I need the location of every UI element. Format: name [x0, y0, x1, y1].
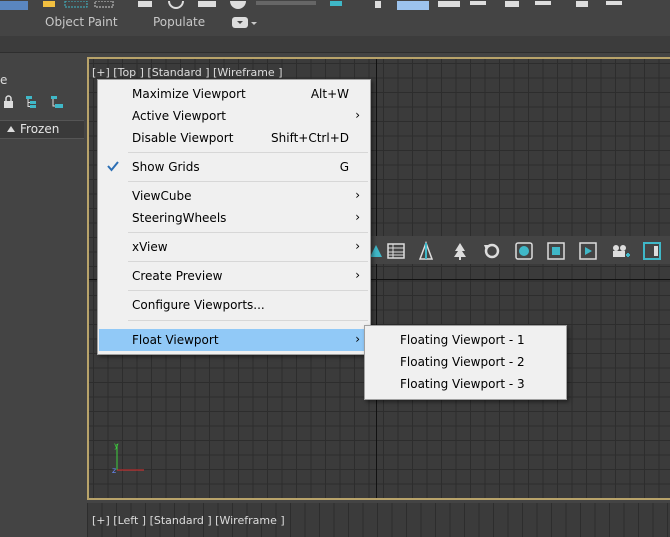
menu-separator: [128, 261, 368, 262]
chevron-right-icon: ›: [355, 268, 360, 282]
menu-item-viewcube[interactable]: ViewCube ›: [99, 185, 369, 207]
main-toolbar-icons: [0, 0, 622, 10]
spinner-snap-icon: [470, 1, 486, 5]
menu-item-steeringwheels[interactable]: SteeringWheels ›: [99, 207, 369, 229]
menu-item-shortcut: Shift+Ctrl+D: [271, 131, 349, 145]
chevron-right-icon: ›: [355, 188, 360, 202]
frozen-column-header[interactable]: Frozen: [0, 120, 84, 139]
chevron-right-icon: ›: [355, 239, 360, 253]
snap-icon: [330, 1, 342, 6]
scene-explorer-toolbar: [3, 95, 73, 112]
menu-item-label: Floating Viewport - 2: [400, 355, 525, 369]
menu-item-label: Active Viewport: [132, 109, 227, 123]
frozen-label: Frozen: [20, 122, 60, 136]
render-icon[interactable]: [514, 241, 534, 261]
menu-separator: [128, 290, 368, 291]
select-pointer-icon: [43, 1, 55, 7]
move-icon: [138, 1, 152, 7]
menu-item-label: Float Viewport: [132, 333, 219, 347]
refresh-icon[interactable]: [482, 241, 502, 261]
tab-populate[interactable]: Populate: [153, 15, 205, 29]
menu-separator: [128, 152, 368, 153]
select-tool-icon: [0, 1, 28, 10]
camera-icon[interactable]: [610, 241, 630, 261]
menu-item-label: Disable Viewport: [132, 131, 234, 145]
table-icon[interactable]: [386, 241, 406, 261]
menu-item-label: Create Preview: [132, 269, 223, 283]
menu-item-create-preview[interactable]: Create Preview ›: [99, 265, 369, 287]
menu-item-shortcut: G: [339, 160, 349, 174]
cone-light-icon[interactable]: [416, 241, 436, 261]
menu-item-configure-viewports[interactable]: Configure Viewports...: [99, 294, 369, 316]
rotate-icon: [168, 0, 184, 9]
snap-toggle-icon: [375, 1, 381, 8]
menu-item-label: xView: [132, 240, 168, 254]
float-viewport-submenu: Floating Viewport - 1 Floating Viewport …: [364, 325, 567, 400]
play-icon[interactable]: [578, 241, 598, 261]
menu-item-shortcut: Alt+W: [310, 87, 349, 101]
tab-object-paint[interactable]: Object Paint: [45, 15, 118, 29]
menu-separator: [128, 232, 368, 233]
menu-item-floating-viewport-2[interactable]: Floating Viewport - 2: [366, 351, 565, 373]
menu-separator: [128, 181, 368, 182]
top-viewport-label[interactable]: [+] [Top ] [Standard ] [Wireframe ]: [92, 66, 283, 79]
ribbon-panel: [0, 36, 670, 53]
selection-set-field: [256, 1, 316, 5]
layer-hierarchy-icon[interactable]: [51, 96, 63, 108]
scale-icon: [198, 1, 216, 7]
menu-item-disable-viewport[interactable]: Disable Viewport Shift+Ctrl+D: [99, 127, 369, 149]
menu-item-floating-viewport-3[interactable]: Floating Viewport - 3: [366, 373, 565, 395]
menu-item-active-viewport[interactable]: Active Viewport ›: [99, 105, 369, 127]
scene-explorer-panel: e Frozen: [0, 53, 84, 537]
placement-icon: [230, 0, 246, 9]
menu-item-label: Configure Viewports...: [132, 298, 265, 312]
lock-icon[interactable]: [4, 95, 13, 108]
menu-item-label: ViewCube: [132, 189, 192, 203]
menu-item-label: Floating Viewport - 1: [400, 333, 525, 347]
tree-icon[interactable]: [450, 241, 470, 261]
viewport-toolbar: [366, 236, 670, 264]
select-region-icon: [64, 0, 88, 8]
menu-item-show-grids[interactable]: Show Grids G: [99, 156, 369, 178]
mirror-icon: [576, 1, 588, 7]
axis-y-label: y: [114, 441, 119, 450]
menu-item-label: Maximize Viewport: [132, 87, 246, 101]
menu-item-floating-viewport-1[interactable]: Floating Viewport - 1: [366, 329, 565, 351]
panel-icon[interactable]: [642, 241, 662, 261]
menu-item-float-viewport[interactable]: Float Viewport ›: [99, 329, 369, 351]
hierarchy-icon[interactable]: [26, 96, 36, 108]
sort-icon: [7, 126, 15, 132]
menu-item-label: Show Grids: [132, 160, 200, 174]
grid-home-y-axis: [376, 59, 377, 498]
menu-item-maximize-viewport[interactable]: Maximize Viewport Alt+W: [99, 83, 369, 105]
window-crossing-icon: [94, 0, 114, 8]
angle-snap-active-icon: [397, 1, 429, 10]
chevron-down-icon[interactable]: [251, 22, 257, 25]
ribbon-options-dropdown[interactable]: [232, 17, 248, 28]
menu-separator: [128, 320, 368, 321]
axis-z-label: z: [112, 466, 116, 475]
scene-explorer-title: e: [0, 73, 8, 87]
chevron-right-icon: ›: [355, 210, 360, 224]
main-toolbar-strip: [0, 0, 670, 10]
named-selection-icon: [535, 1, 551, 5]
left-viewport-label[interactable]: [+] [Left ] [Standard ] [Wireframe ]: [92, 514, 285, 527]
viewport-context-menu: Maximize Viewport Alt+W Active Viewport …: [97, 79, 371, 355]
menu-item-label: SteeringWheels: [132, 211, 227, 225]
axis-tripod-icon: y z: [112, 441, 144, 475]
checkmark-icon: [107, 161, 119, 172]
menu-item-xview[interactable]: xView ›: [99, 236, 369, 258]
percent-icon: [505, 1, 519, 7]
chevron-right-icon: ›: [355, 108, 360, 122]
menu-item-label: Floating Viewport - 3: [400, 377, 525, 391]
percent-snap-icon: [438, 1, 460, 7]
chevron-right-icon: ›: [355, 332, 360, 346]
frame-icon[interactable]: [546, 241, 566, 261]
ribbon-tab-bar: Object Paint Populate: [0, 10, 670, 36]
align-icon: [606, 1, 622, 5]
